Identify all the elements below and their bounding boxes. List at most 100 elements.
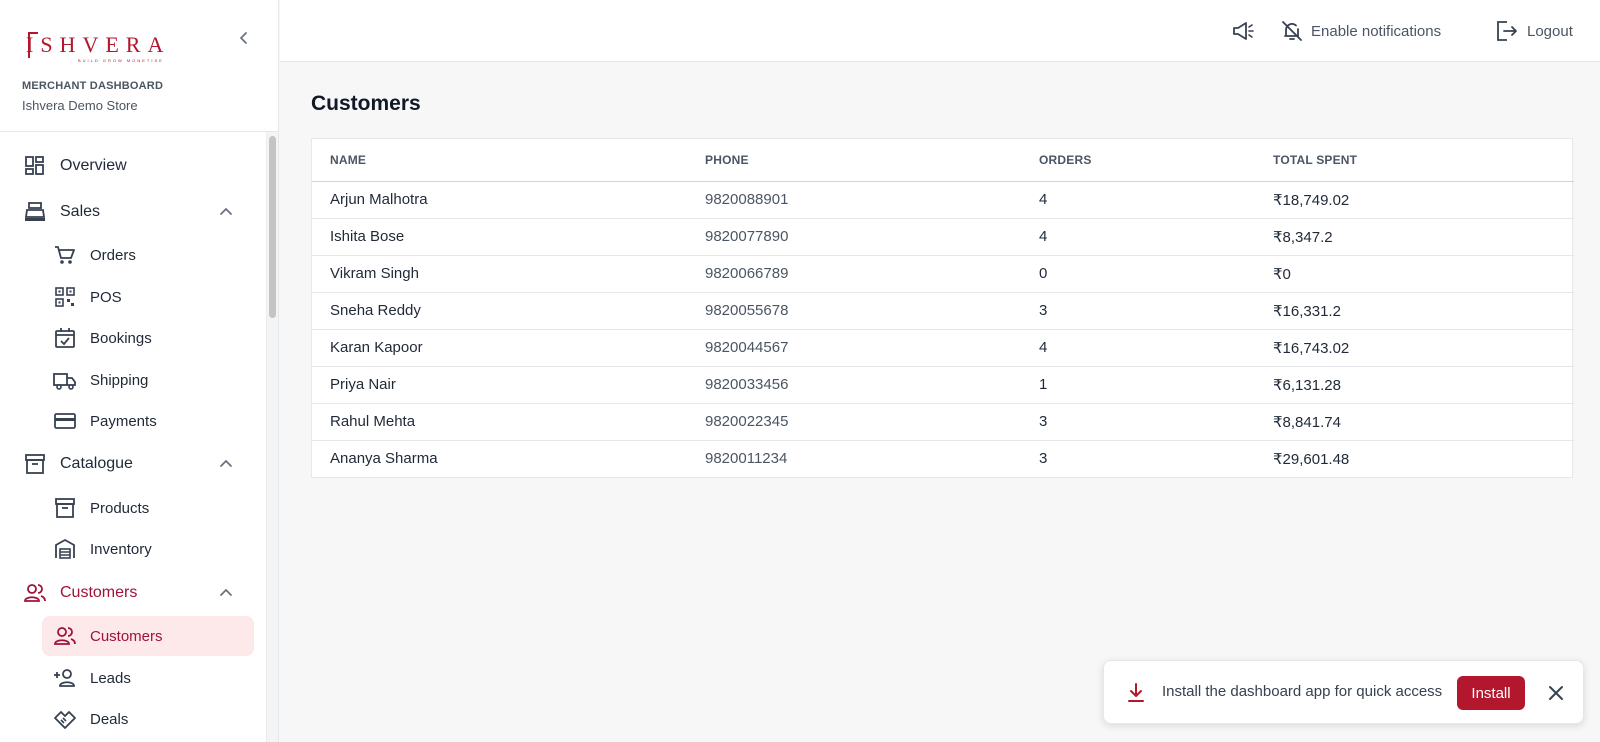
enable-notifications-button[interactable]: Enable notifications	[1281, 18, 1441, 44]
customer-name: Rahul Mehta	[312, 403, 687, 441]
handshake-icon	[52, 706, 78, 732]
enable-notifications-label: Enable notifications	[1311, 22, 1442, 40]
sidebar-group-label: Sales	[60, 203, 101, 220]
customer-phone: 9820022345	[687, 403, 1021, 441]
user-plus-icon	[52, 665, 78, 691]
ishvera-logo: ISHVERA BUILD GROW MONETISE	[26, 30, 186, 66]
close-toast-button[interactable]	[1544, 681, 1568, 705]
table-row[interactable]: Ananya Sharma 9820011234 3 ₹29,601.48	[312, 440, 1574, 477]
table-row[interactable]: Ishita Bose 9820077890 4 ₹8,347.2	[312, 218, 1574, 256]
sidebar-item-products[interactable]: Products	[42, 488, 254, 528]
scrollbar-thumb[interactable]	[269, 136, 276, 318]
customer-name: Vikram Singh	[312, 255, 687, 293]
column-header-phone[interactable]: PHONE	[687, 139, 1021, 182]
top-bar: Enable notifications Logout	[280, 0, 1600, 62]
announcements-button[interactable]	[1231, 18, 1263, 44]
qr-code-icon	[52, 284, 78, 310]
sidebar-scrollbar[interactable]	[266, 132, 278, 742]
sidebar-item-label: Deals	[90, 710, 129, 728]
store-name: Ishvera Demo Store	[22, 98, 138, 113]
logo-text: ISHVERA	[26, 32, 171, 57]
sidebar-item-shipping[interactable]: Shipping	[42, 360, 254, 400]
sidebar-item-orders[interactable]: Orders	[42, 235, 254, 275]
credit-card-icon	[52, 408, 78, 434]
users-icon	[22, 580, 48, 606]
sidebar-group-label: Catalogue	[60, 455, 133, 472]
calendar-check-icon	[52, 325, 78, 351]
table-row[interactable]: Rahul Mehta 9820022345 3 ₹8,841.74	[312, 403, 1574, 441]
table-row[interactable]: Vikram Singh 9820066789 0 ₹0	[312, 255, 1574, 293]
customer-name: Ananya Sharma	[330, 450, 438, 468]
install-app-toast: Install the dashboard app for quick acce…	[1103, 660, 1584, 724]
customer-total-spent: ₹0	[1255, 255, 1574, 293]
sidebar-group-customers[interactable]: Customers	[0, 573, 266, 613]
logout-label: Logout	[1527, 22, 1573, 40]
install-message: Install the dashboard app for quick acce…	[1162, 683, 1443, 700]
cash-register-icon	[22, 199, 48, 225]
table-header-row: NAME PHONE ORDERS TOTAL SPENT	[312, 139, 1574, 182]
sidebar-item-pos[interactable]: POS	[42, 277, 254, 317]
logout-button[interactable]: Logout	[1495, 18, 1573, 44]
sidebar-item-overview[interactable]: Overview	[0, 146, 266, 186]
customer-total-spent: ₹6,131.28	[1255, 366, 1574, 404]
sidebar-item-label: Overview	[60, 157, 127, 174]
truck-icon	[52, 367, 78, 393]
dashboard-icon	[22, 153, 48, 179]
customer-phone: 9820044567	[687, 329, 1021, 367]
logo-tagline: BUILD GROW MONETISE	[78, 58, 164, 63]
customer-total-spent: ₹16,331.2	[1255, 292, 1574, 330]
chevron-up-icon	[216, 454, 236, 474]
customer-name: Karan Kapoor	[312, 329, 687, 367]
customer-phone: 9820077890	[687, 218, 1021, 256]
sidebar-item-deals[interactable]: Deals	[42, 699, 254, 739]
chevron-up-icon	[216, 202, 236, 222]
sidebar-item-bookings[interactable]: Bookings	[42, 318, 254, 358]
customer-orders: 4	[1021, 218, 1255, 256]
warehouse-icon	[52, 536, 78, 562]
page-title: Customers	[311, 92, 421, 115]
table-row[interactable]: Priya Nair 9820033456 1 ₹6,131.28	[312, 366, 1574, 404]
sidebar-item-label: Orders	[90, 246, 136, 264]
sidebar-group-catalogue[interactable]: Catalogue	[0, 444, 266, 484]
table-row[interactable]: Arjun Malhotra 9820088901 4 ₹18,749.02	[312, 181, 1574, 219]
customer-total-spent: ₹8,841.74	[1255, 403, 1574, 441]
sidebar-item-inventory[interactable]: Inventory	[42, 529, 254, 569]
chevron-left-icon	[240, 32, 247, 44]
users-icon	[52, 623, 78, 649]
customer-phone: 9820011234	[705, 450, 788, 468]
customer-name: Ishita Bose	[312, 218, 687, 256]
bell-off-icon	[1282, 21, 1302, 41]
sidebar-item-label: POS	[90, 288, 122, 306]
column-header-total-spent[interactable]: TOTAL SPENT	[1255, 139, 1574, 182]
customer-name: Priya Nair	[312, 366, 687, 404]
sidebar-item-customers[interactable]: Customers	[42, 616, 254, 656]
sidebar-item-label: Leads	[90, 669, 131, 687]
sidebar-group-sales[interactable]: Sales	[0, 192, 266, 232]
sidebar-item-label: Shipping	[90, 371, 149, 389]
customer-phone: 9820055678	[687, 292, 1021, 330]
customer-total-spent: ₹8,347.2	[1255, 218, 1574, 256]
logout-icon	[1497, 21, 1517, 41]
customer-orders: 0	[1021, 255, 1255, 293]
column-header-name[interactable]: NAME	[312, 139, 687, 182]
archive-icon	[22, 451, 48, 477]
brand-header: ISHVERA BUILD GROW MONETISE MERCHANT DAS…	[0, 0, 278, 132]
table-row[interactable]: Karan Kapoor 9820044567 4 ₹16,743.02	[312, 329, 1574, 367]
column-header-orders[interactable]: ORDERS	[1021, 139, 1255, 182]
megaphone-icon	[1233, 22, 1254, 40]
archive-icon	[52, 495, 78, 521]
customer-name: Sneha Reddy	[312, 292, 687, 330]
customer-orders: 4	[1021, 181, 1255, 219]
sidebar-item-label: Products	[90, 499, 150, 517]
table-row[interactable]: Sneha Reddy 9820055678 3 ₹16,331.2	[312, 292, 1574, 330]
sidebar-item-leads[interactable]: Leads	[42, 658, 254, 698]
customer-phone: 9820033456	[687, 366, 1021, 404]
sidebar-item-label: Inventory	[90, 540, 152, 558]
collapse-sidebar-button[interactable]	[232, 26, 256, 50]
download-icon	[1124, 681, 1148, 705]
close-icon	[1549, 686, 1563, 700]
install-button[interactable]: Install	[1457, 676, 1525, 710]
sidebar-item-payments[interactable]: Payments	[42, 401, 254, 441]
cart-icon	[52, 242, 78, 268]
sidebar-item-label: Bookings	[90, 329, 152, 347]
